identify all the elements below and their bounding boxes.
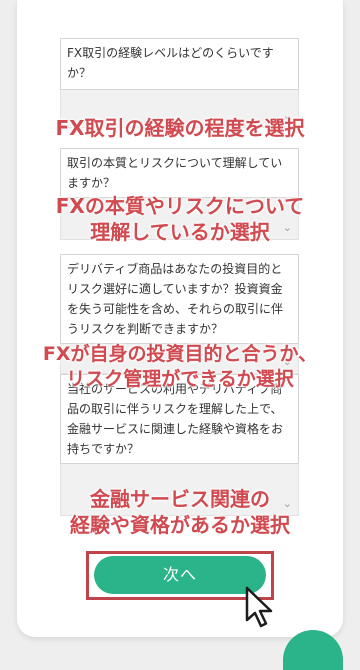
- annotation-2-line1: FXの本質やリスクについて: [55, 194, 305, 218]
- annotation-1-line1: FX取引の経験の程度を選択: [55, 116, 305, 140]
- annotation-4: 金融サービス関連の 経験や資格があるか選択: [0, 486, 360, 538]
- annotation-3-line1: FXが自身の投資目的と合うか、: [42, 343, 318, 365]
- annotation-3: FXが自身の投資目的と合うか、 リスク管理ができるか選択: [0, 342, 360, 392]
- question-1-text: FX取引の経験レベルはどのくらいですか？: [60, 38, 299, 90]
- mouse-cursor-icon: [245, 586, 273, 628]
- annotation-4-line1: 金融サービス関連の: [90, 487, 270, 511]
- annotation-2: FXの本質やリスクについて 理解しているか選択: [0, 193, 360, 245]
- question-3-text: デリバティブ商品はあなたの投資目的とリスク選好に適していますか？投資資金を失う可…: [60, 254, 299, 344]
- annotation-4-line2: 経験や資格があるか選択: [70, 513, 290, 537]
- annotation-3-line2: リスク管理ができるか選択: [66, 368, 294, 390]
- next-button[interactable]: 次へ: [94, 556, 266, 594]
- annotation-1: FX取引の経験の程度を選択: [0, 115, 360, 141]
- question-2-text: 取引の本質とリスクについて理解していますか？: [60, 148, 299, 198]
- annotation-2-line2: 理解しているか選択: [90, 220, 270, 244]
